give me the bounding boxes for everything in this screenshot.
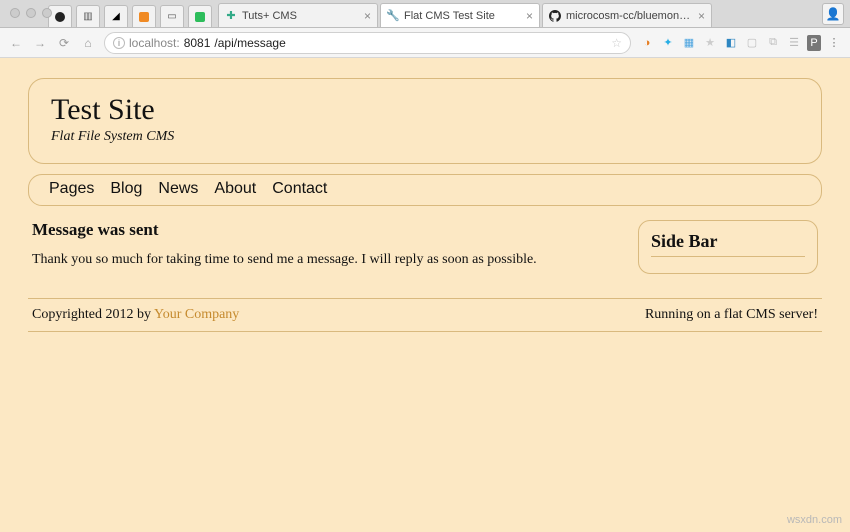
pinned-tab-4[interactable] xyxy=(132,5,156,27)
close-icon[interactable]: × xyxy=(526,9,533,23)
tab-label: Flat CMS Test Site xyxy=(404,10,521,22)
footer-server: Running on a flat CMS server! xyxy=(645,307,818,323)
dot-icon xyxy=(55,12,65,22)
url-port: 8081 xyxy=(184,36,211,50)
orange-icon xyxy=(139,12,149,22)
forward-button[interactable]: → xyxy=(32,36,48,50)
bookmark-star-icon[interactable]: ☆ xyxy=(611,36,622,50)
tab-label: microcosm-cc/bluemonday: bl xyxy=(566,10,693,22)
ext-icon-1[interactable]: ◑ xyxy=(639,35,655,51)
url-host: localhost: xyxy=(129,36,180,50)
extensions-row: ◑ ✦ ▦ ★ ◧ ▢ ⧉ ☰ P ⋮ xyxy=(639,35,842,51)
app-icon: ◢ xyxy=(112,11,120,22)
page-viewport: Test Site Flat File System CMS Pages Blo… xyxy=(0,58,850,532)
tab-flat-cms[interactable]: 🔧 Flat CMS Test Site × xyxy=(380,3,540,27)
reload-button[interactable]: ⟳ xyxy=(56,36,72,50)
nav-pages[interactable]: Pages xyxy=(49,180,94,198)
book-icon: ▭ xyxy=(167,11,176,22)
pinned-tab-3[interactable]: ◢ xyxy=(104,5,128,27)
site-subtitle: Flat File System CMS xyxy=(51,129,799,145)
site-header: Test Site Flat File System CMS xyxy=(28,78,822,164)
ext-icon-6[interactable]: ▢ xyxy=(744,35,760,51)
tab-tuts-cms[interactable]: ✚ Tuts+ CMS × xyxy=(218,3,378,27)
wrench-icon: 🔧 xyxy=(387,10,399,22)
plus-icon: ✚ xyxy=(225,10,237,22)
nav-blog[interactable]: Blog xyxy=(110,180,142,198)
site-footer: Copyrighted 2012 by Your Company Running… xyxy=(28,298,822,332)
message-heading: Message was sent xyxy=(32,220,622,240)
site-info-icon[interactable]: i xyxy=(113,37,125,49)
sidebar: Side Bar xyxy=(638,220,818,274)
site-nav: Pages Blog News About Contact xyxy=(28,174,822,206)
pinned-tab-5[interactable]: ▭ xyxy=(160,5,184,27)
ext-icon-4[interactable]: ★ xyxy=(702,35,718,51)
github-icon xyxy=(549,10,561,22)
user-icon: 👤 xyxy=(826,7,841,21)
ext-icon-2[interactable]: ✦ xyxy=(660,35,676,51)
ext-icon-3[interactable]: ▦ xyxy=(681,35,697,51)
url-path: /api/message xyxy=(214,36,285,50)
message-body: Thank you so much for taking time to sen… xyxy=(32,252,622,268)
profile-button[interactable]: 👤 xyxy=(822,3,844,25)
window-controls xyxy=(10,8,52,18)
ext-icon-7[interactable]: ⧉ xyxy=(765,35,781,51)
notebook-icon: ▥ xyxy=(83,11,92,22)
ext-icon-8[interactable]: ☰ xyxy=(786,35,802,51)
ext-icon-5[interactable]: ◧ xyxy=(723,35,739,51)
home-button[interactable]: ⌂ xyxy=(80,36,96,50)
maximize-window-dot[interactable] xyxy=(42,8,52,18)
footer-copyright: Copyrighted 2012 by Your Company xyxy=(32,307,239,323)
nav-contact[interactable]: Contact xyxy=(272,180,327,198)
site-title: Test Site xyxy=(51,93,799,127)
main-content: Message was sent Thank you so much for t… xyxy=(32,220,622,268)
browser-tab-bar: ▥ ◢ ▭ ✚ Tuts+ CMS × 🔧 Flat CMS Test Site… xyxy=(0,0,850,28)
footer-prefix: Copyrighted 2012 by xyxy=(32,307,154,322)
pinned-tabs: ▥ ◢ ▭ xyxy=(48,5,212,27)
back-button[interactable]: ← xyxy=(8,36,24,50)
pinned-tab-6[interactable] xyxy=(188,5,212,27)
green-icon xyxy=(195,12,205,22)
pinned-tab-2[interactable]: ▥ xyxy=(76,5,100,27)
footer-company-link[interactable]: Your Company xyxy=(154,307,239,322)
watermark: wsxdn.com xyxy=(787,514,842,526)
content-row: Message was sent Thank you so much for t… xyxy=(28,220,822,274)
close-icon[interactable]: × xyxy=(364,9,371,23)
tab-label: Tuts+ CMS xyxy=(242,10,359,22)
nav-news[interactable]: News xyxy=(158,180,198,198)
minimize-window-dot[interactable] xyxy=(26,8,36,18)
address-bar[interactable]: i localhost: 8081/api/message ☆ xyxy=(104,32,631,54)
menu-icon[interactable]: ⋮ xyxy=(826,35,842,51)
nav-about[interactable]: About xyxy=(214,180,256,198)
close-icon[interactable]: × xyxy=(698,9,705,23)
tab-github[interactable]: microcosm-cc/bluemonday: bl × xyxy=(542,3,712,27)
browser-toolbar: ← → ⟳ ⌂ i localhost: 8081/api/message ☆ ◑… xyxy=(0,28,850,58)
ext-icon-9[interactable]: P xyxy=(807,35,821,51)
close-window-dot[interactable] xyxy=(10,8,20,18)
sidebar-title: Side Bar xyxy=(651,231,805,257)
